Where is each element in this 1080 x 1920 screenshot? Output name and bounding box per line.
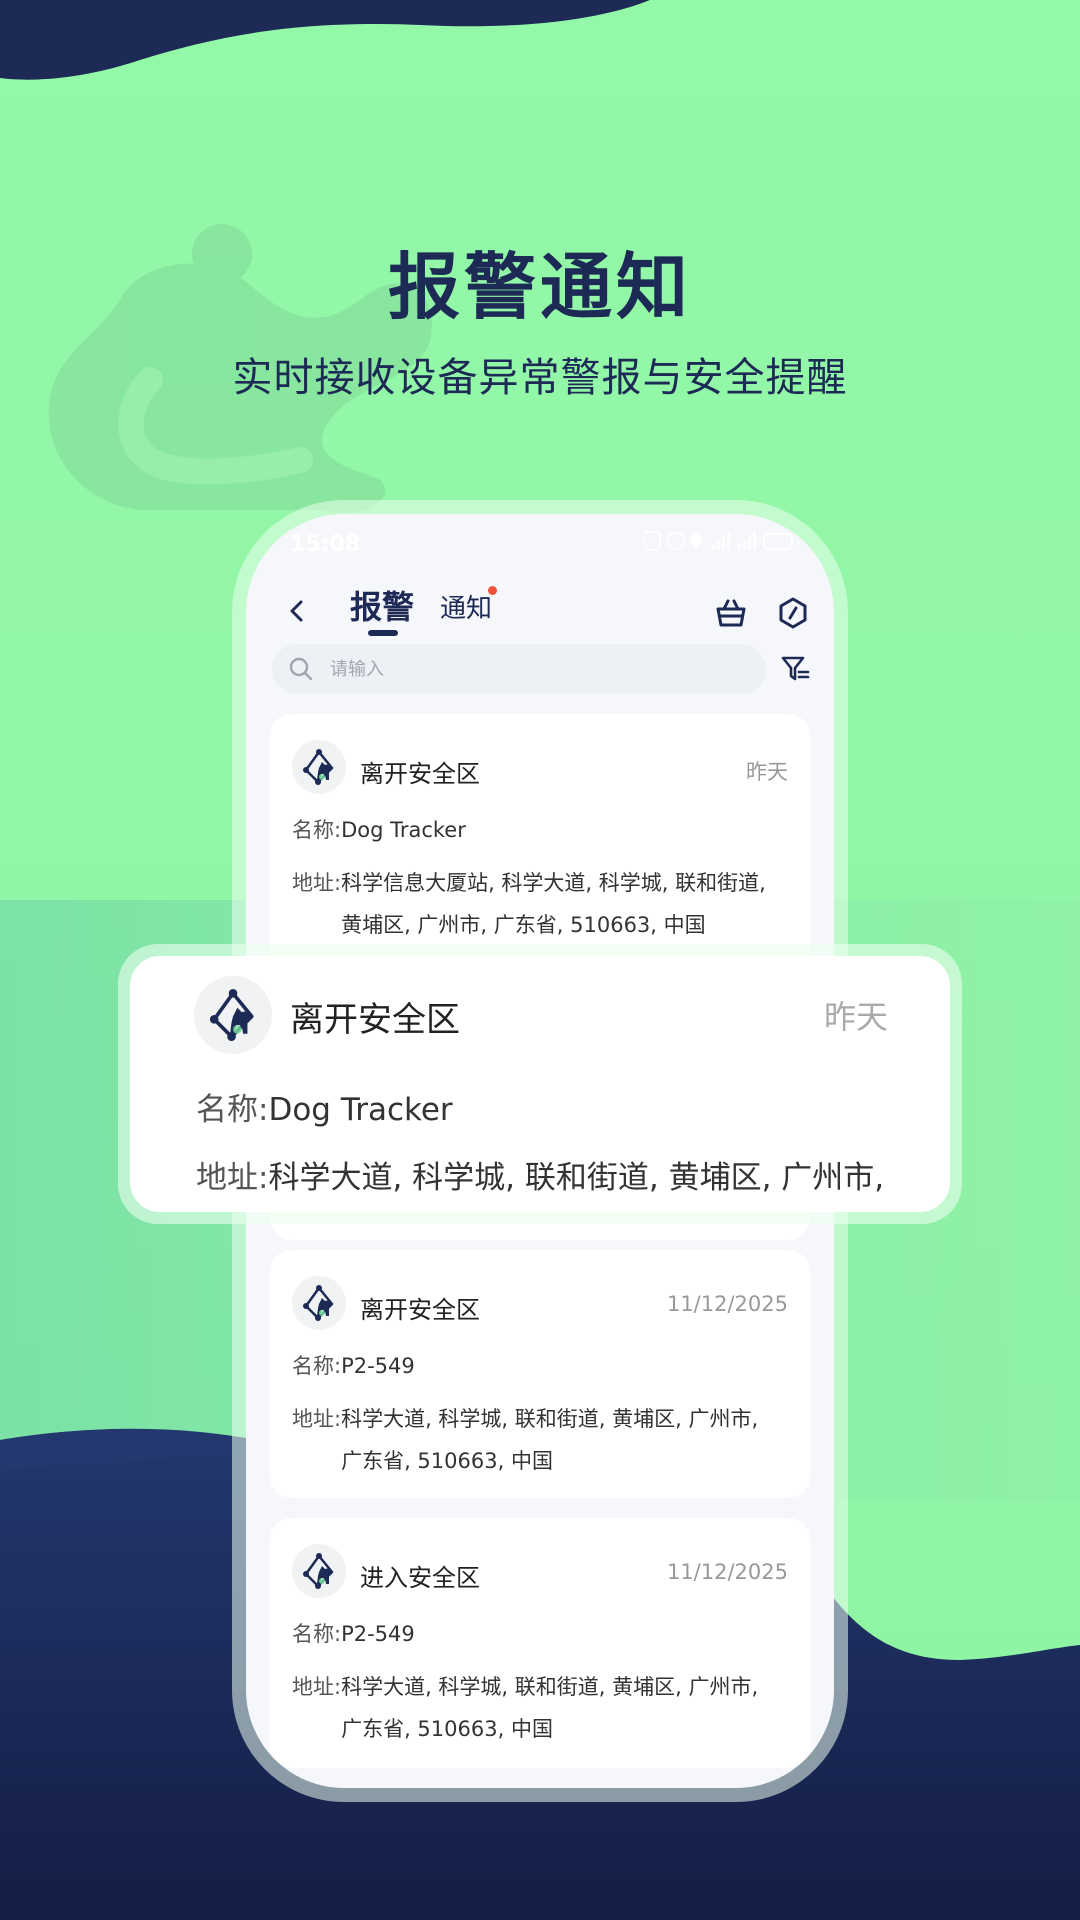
tracker-avatar xyxy=(292,1544,346,1598)
address: 地址:科学大道, 科学城, 联和街道, 黄埔区, 广州市, xyxy=(196,1152,884,1197)
alert-title: 离开安全区 xyxy=(360,1296,480,1324)
address-value: 科学大道, 科学城, 联和街道, 黄埔区, 广州市, 广东省, 510663, 中… xyxy=(341,1398,792,1482)
dog-tracker-icon xyxy=(303,1553,334,1589)
basket-icon[interactable] xyxy=(714,596,748,630)
alert-title: 离开安全区 xyxy=(360,760,480,788)
address-label: 地址: xyxy=(292,871,342,895)
address-value: 科学信息大厦站, 科学大道, 科学城, 联和街道, 黄埔区, 广州市, 广东省, … xyxy=(341,862,792,946)
highlighted-alert-card[interactable]: 离开安全区 昨天 名称:Dog Tracker 地址:科学大道, 科学城, 联和… xyxy=(130,956,950,1212)
address-line: 科学大道, 科学城, 联和街道, 黄埔区, 广州市, xyxy=(341,1407,759,1431)
alert-time: 昨天 xyxy=(823,998,888,1036)
location-icon xyxy=(690,533,702,550)
signal-icon xyxy=(738,532,756,550)
tracker-avatar xyxy=(292,740,346,794)
tab-alarm[interactable]: 报警 xyxy=(350,582,414,628)
top-nav: 报警 通知 xyxy=(246,566,834,656)
address-line: 科学信息大厦站, 科学大道, 科学城, 联和街道, xyxy=(341,871,766,895)
device-name-value: Dog Tracker xyxy=(341,818,466,842)
tracker-avatar xyxy=(194,976,272,1054)
page-title: 报警通知 xyxy=(387,245,692,329)
dog-tracker-icon xyxy=(303,1285,334,1321)
alert-title: 离开安全区 xyxy=(290,1000,460,1040)
alert-card[interactable]: 进入安全区 11/12/2025 名称:P2-549 地址: 科学大道, 科学城,… xyxy=(270,1518,810,1768)
address-line: 科学大道, 科学城, 联和街道, 黄埔区, 广州市, xyxy=(341,1675,759,1699)
dog-tracker-icon xyxy=(209,989,254,1041)
address-label: 地址: xyxy=(292,1407,342,1431)
address-line: 广东省, 510663, 中国 xyxy=(341,1717,553,1741)
alert-time: 11/12/2025 xyxy=(666,1292,788,1316)
name-label: 名称: xyxy=(292,818,342,842)
alert-title: 进入安全区 xyxy=(360,1564,480,1592)
status-time: 15:08 xyxy=(290,532,361,557)
tab-notice[interactable]: 通知 xyxy=(440,588,492,625)
device-name-value: Dog Tracker xyxy=(268,1092,453,1128)
search-input[interactable] xyxy=(330,654,730,684)
address-line: 广东省, 510663, 中国 xyxy=(341,1449,553,1473)
hexagon-icon[interactable] xyxy=(776,596,810,630)
filter-icon[interactable] xyxy=(780,654,810,684)
device-name: 名称:P2-549 xyxy=(292,1618,415,1648)
device-name: 名称:Dog Tracker xyxy=(292,814,466,844)
alarm-icon xyxy=(667,532,685,550)
search-icon xyxy=(289,657,313,681)
alert-time: 11/12/2025 xyxy=(666,1560,788,1584)
battery-icon xyxy=(763,533,793,550)
dog-tracker-icon xyxy=(303,749,334,785)
signal-icon xyxy=(712,532,730,550)
search-bar xyxy=(272,644,766,694)
device-name: 名称:Dog Tracker xyxy=(196,1084,453,1129)
back-icon[interactable] xyxy=(282,596,312,626)
alert-time: 昨天 xyxy=(746,760,788,784)
device-name-value: P2-549 xyxy=(341,1354,415,1378)
name-label: 名称: xyxy=(292,1354,342,1378)
address: 地址: 科学信息大厦站, 科学大道, 科学城, 联和街道, 黄埔区, 广州市, 广东… xyxy=(292,862,792,946)
address-label: 地址: xyxy=(292,1675,342,1699)
status-icons-svg xyxy=(643,531,793,551)
address-value: 科学大道, 科学城, 联和街道, 黄埔区, 广州市, 广东省, 510663, 中… xyxy=(341,1666,792,1750)
address: 地址: 科学大道, 科学城, 联和街道, 黄埔区, 广州市, 广东省, 510663… xyxy=(292,1398,792,1482)
address-line: 黄埔区, 广州市, 广东省, 510663, 中国 xyxy=(341,913,706,937)
nfc-icon xyxy=(643,531,661,551)
device-name-value: P2-549 xyxy=(341,1622,415,1646)
alert-card[interactable]: 离开安全区 11/12/2025 名称:P2-549 地址: 科学大道, 科学城,… xyxy=(270,1250,810,1498)
address-value: 科学大道, 科学城, 联和街道, 黄埔区, 广州市, xyxy=(268,1160,885,1196)
name-label: 名称: xyxy=(196,1092,269,1128)
address: 地址: 科学大道, 科学城, 联和街道, 黄埔区, 广州市, 广东省, 510663… xyxy=(292,1666,792,1750)
status-icons xyxy=(643,530,794,557)
page-subtitle: 实时接收设备异常警报与安全提醒 xyxy=(232,355,848,401)
alert-card[interactable]: 离开安全区 昨天 名称:Dog Tracker 地址: 科学信息大厦站, 科学大道… xyxy=(270,714,810,974)
name-label: 名称: xyxy=(292,1622,342,1646)
notice-badge-dot xyxy=(488,586,497,595)
tab-active-indicator xyxy=(368,630,398,636)
status-bar: 15:08 xyxy=(246,524,834,568)
device-name: 名称:P2-549 xyxy=(292,1350,415,1380)
address-label: 地址: xyxy=(196,1160,269,1196)
tracker-avatar xyxy=(292,1276,346,1330)
